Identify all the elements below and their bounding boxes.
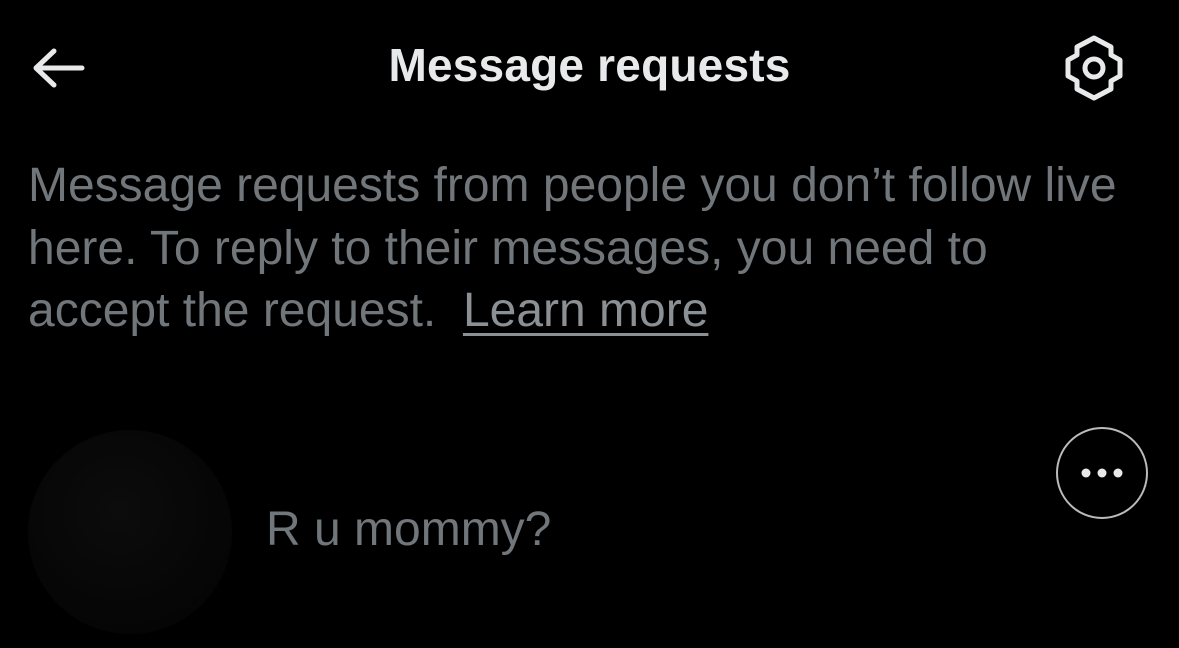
more-options-button[interactable] <box>1056 427 1148 519</box>
more-horizontal-icon <box>1081 468 1123 478</box>
avatar[interactable] <box>28 430 232 634</box>
page-title: Message requests <box>388 39 791 91</box>
info-text: Message requests from people you don’t f… <box>28 155 1138 343</box>
top-bar: Message requests <box>0 0 1179 135</box>
settings-button[interactable] <box>1054 30 1134 106</box>
message-request-item[interactable]: R u mommy? <box>0 410 1179 648</box>
gear-icon <box>1065 35 1123 101</box>
message-preview: R u mommy? <box>266 503 552 556</box>
learn-more-link[interactable]: Learn more <box>463 284 708 337</box>
